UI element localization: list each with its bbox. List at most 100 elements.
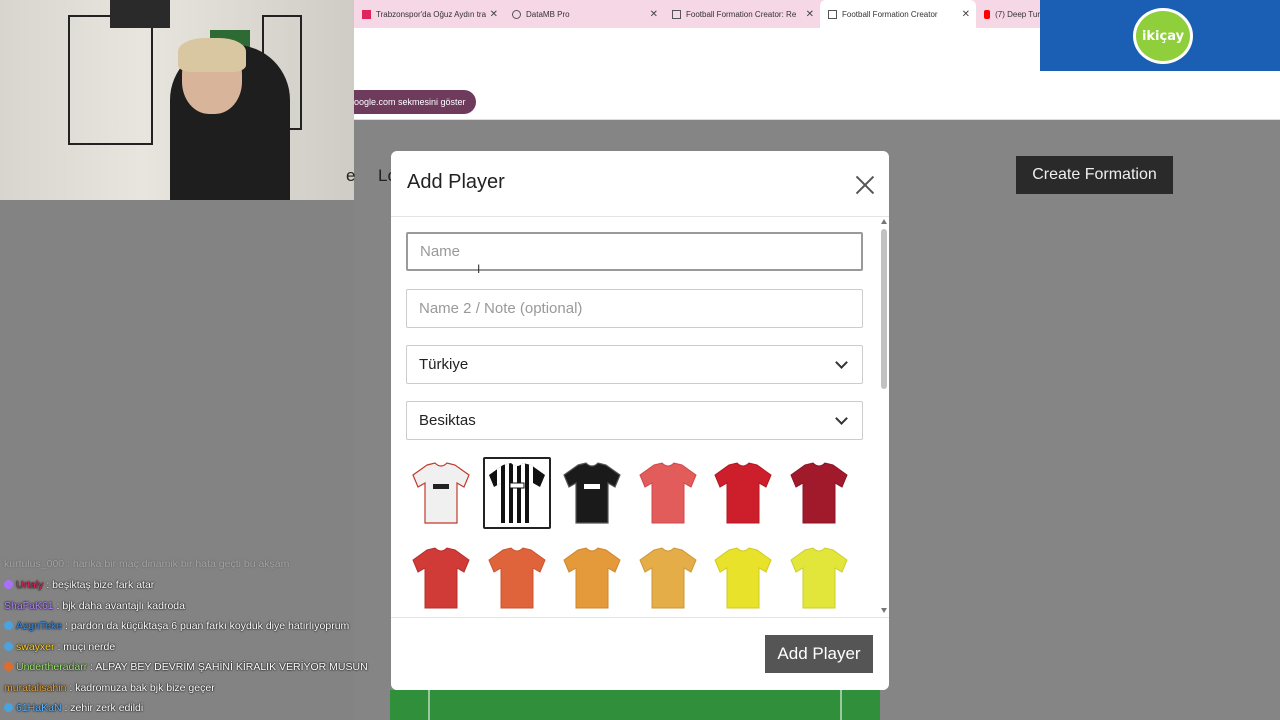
chevron-down-icon: [835, 355, 848, 369]
chat-badge-icon: [4, 703, 13, 712]
chat-overlay: kurtulus_000 : harika bir maç dinamik bi…: [0, 556, 390, 720]
chat-badge-icon: [4, 641, 13, 651]
browser-tab-strip: Trabzonspor'da Oğuz Aydın tra ✕ DataMB P…: [354, 0, 1040, 28]
chat-message: 61HaKaN : zehir zerk edildi: [4, 702, 143, 714]
orange-red-jersey-icon: [487, 547, 546, 609]
browser-tab-active[interactable]: Football Formation Creator ✕: [820, 0, 976, 28]
light-red-jersey-icon: [639, 462, 697, 524]
gold-jersey-icon: [639, 547, 697, 609]
chat-text: : beşiktaş bize fark atar: [46, 579, 155, 591]
tab-favicon-icon: [512, 9, 521, 19]
chat-message: muratalisahin : kadromuza bak bjk bize g…: [4, 682, 215, 694]
tab-title: DataMB Pro: [526, 9, 570, 19]
name-input[interactable]: [406, 232, 863, 271]
red-jersey-option[interactable]: [709, 457, 777, 529]
chat-username: ShaFaK61: [4, 599, 54, 612]
wall-frame: [110, 0, 170, 28]
chat-username: Urtaly: [16, 579, 44, 591]
chat-badge-icon: [4, 580, 13, 589]
tab-close-icon[interactable]: ✕: [490, 9, 498, 20]
modal-title: Add Player: [407, 171, 505, 193]
tab-close-icon[interactable]: ✕: [806, 9, 814, 20]
chat-username: muratalisahin: [4, 681, 67, 694]
scrollbar-thumb[interactable]: [881, 229, 887, 389]
chat-message: ShaFaK61 : bjk daha avantajlı kadroda: [4, 600, 185, 612]
name2-note-input[interactable]: [406, 289, 863, 328]
lime-yellow-jersey-icon: [790, 547, 848, 609]
text-cursor-icon: I: [477, 262, 481, 276]
chat-badge-icon: [4, 621, 13, 630]
country-select[interactable]: Türkiye: [406, 345, 863, 384]
black-jersey-option[interactable]: [558, 457, 626, 529]
black-white-stripe-jersey-option[interactable]: [482, 457, 551, 529]
create-formation-button[interactable]: Create Formation: [1016, 156, 1173, 194]
webcam-feed: [0, 0, 354, 200]
team-select[interactable]: Besiktas: [406, 401, 863, 440]
scroll-up-arrow-icon[interactable]: [881, 219, 887, 224]
chat-message: Undertheradarr : ALPAY BEY DEVRİM ŞAHİNİ…: [4, 661, 368, 673]
tab-favicon-icon: [984, 9, 991, 19]
chevron-down-icon: [835, 411, 848, 425]
close-icon[interactable]: [854, 174, 876, 196]
sponsor-logo: ikiçay: [1133, 8, 1193, 64]
chat-username: Undertheradarr: [16, 661, 88, 673]
yellow-jersey-option[interactable]: [709, 542, 777, 614]
add-player-button[interactable]: Add Player: [765, 635, 873, 673]
browser-tab[interactable]: Football Formation Creator: Re ✕: [664, 0, 820, 28]
chat-text: : pardon da küçüktaşa 6 puan farkı koydu…: [65, 620, 350, 632]
chat-text: : muçi nerde: [57, 640, 116, 653]
tab-favicon-icon: [672, 9, 681, 19]
bookmark-chip[interactable]: oogle.com sekmesini göster: [354, 90, 476, 114]
red-jersey-2-option[interactable]: [407, 542, 475, 614]
browser-tab[interactable]: Trabzonspor'da Oğuz Aydın tra ✕: [354, 0, 504, 28]
pitch-line: [428, 690, 430, 720]
orange-jersey-option[interactable]: [558, 542, 626, 614]
divider: [391, 617, 889, 618]
chat-username: AzgnTeke: [16, 620, 63, 632]
chat-badge-icon: [4, 662, 13, 671]
chat-text: : bjk daha avantajlı kadroda: [56, 599, 185, 612]
tab-title: Trabzonspor'da Oğuz Aydın tra: [376, 9, 487, 19]
dark-red-jersey-icon: [790, 462, 848, 524]
red-jersey-icon: [714, 462, 773, 524]
chat-text: : zehir zerk edildi: [64, 702, 144, 714]
team-select-value: Besiktas: [419, 412, 476, 429]
football-pitch: [390, 690, 880, 720]
add-player-modal: Add Player Türkiye Besiktas Add Player: [391, 151, 889, 690]
chat-message: AzgnTeke : pardon da küçüktaşa 6 puan fa…: [4, 620, 349, 632]
chat-message: kurtulus_000 : harika bir maç dinamik bi…: [4, 558, 290, 570]
browser-tab[interactable]: DataMB Pro ✕: [504, 0, 664, 28]
tab-title: Football Formation Creator: [842, 9, 938, 19]
chat-text: : ALPAY BEY DEVRİM ŞAHİNİ KİRALIK VERİYO…: [90, 661, 368, 673]
orange-jersey-icon: [563, 547, 621, 609]
scroll-down-arrow-icon[interactable]: [881, 608, 887, 613]
yellow-jersey-icon: [714, 547, 773, 609]
dark-red-jersey-option[interactable]: [785, 457, 853, 529]
gold-jersey-option[interactable]: [634, 542, 702, 614]
light-red-jersey-option[interactable]: [634, 457, 702, 529]
tab-close-icon[interactable]: ✕: [962, 9, 970, 20]
browser-tab[interactable]: (7) Deep Tur: [976, 0, 1040, 28]
nav-link-fragment[interactable]: e: [346, 166, 355, 186]
chat-username: 61HaKaN: [16, 702, 62, 714]
chat-message: swayxer : muçi nerde: [4, 641, 115, 653]
streamer-hair: [178, 38, 246, 72]
pitch-line: [840, 690, 842, 720]
tab-favicon-icon: [362, 9, 371, 19]
white-jersey-icon: [412, 462, 470, 524]
tab-close-icon[interactable]: ✕: [650, 9, 658, 20]
chat-username: swayxer: [16, 640, 55, 653]
tab-favicon-icon: [828, 9, 837, 19]
red-jersey-2-icon: [412, 547, 470, 609]
orange-red-jersey-option[interactable]: [483, 542, 551, 614]
tab-title: (7) Deep Tur: [995, 9, 1040, 19]
chat-message: Urtaly : beşiktaş bize fark atar: [4, 579, 154, 591]
country-select-value: Türkiye: [419, 356, 469, 373]
address-bar[interactable]: [354, 28, 1040, 56]
shelf: [68, 15, 153, 145]
black-jersey-icon: [563, 462, 621, 524]
lime-yellow-jersey-option[interactable]: [785, 542, 853, 614]
black-white-stripe-jersey-icon: [488, 463, 545, 523]
white-jersey-option[interactable]: [407, 457, 475, 529]
divider: [391, 216, 889, 217]
